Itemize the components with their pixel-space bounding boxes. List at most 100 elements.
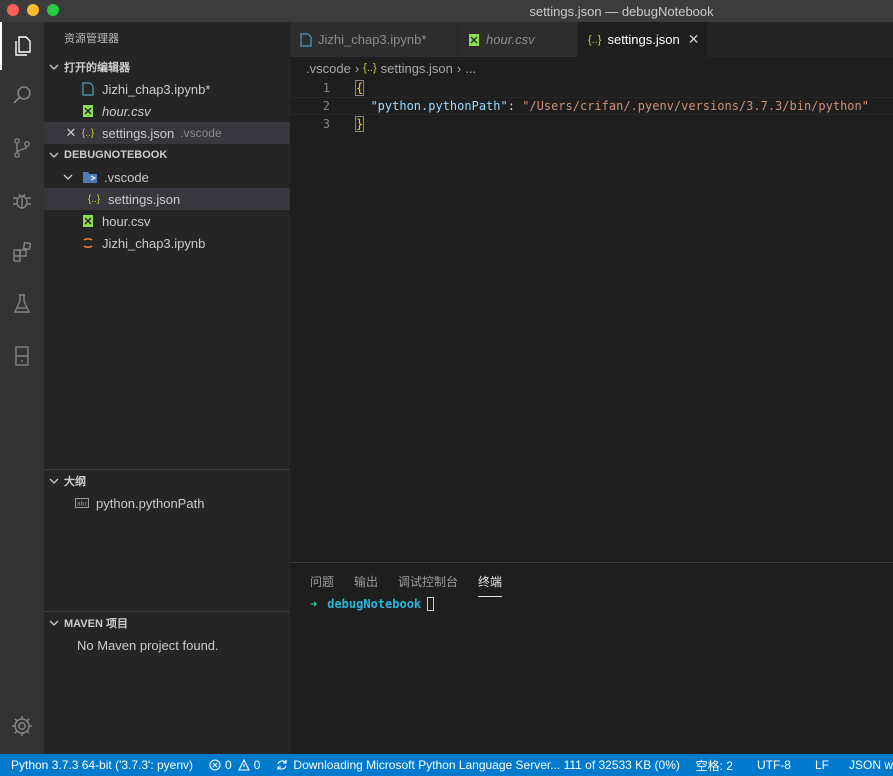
- status-bar: Python 3.7.3 64-bit ('3.7.3': pyenv) 0 0…: [0, 754, 893, 776]
- terminal-prompt[interactable]: ➜ debugNotebook: [310, 597, 435, 611]
- extensions-icon[interactable]: [0, 228, 44, 276]
- window-title: settings.json — debugNotebook: [529, 3, 714, 19]
- tab-settings-json[interactable]: {..} settings.json ✕: [578, 22, 708, 57]
- code-text: "python.pythonPath": "/Users/crifan/.pye…: [356, 99, 869, 113]
- maven-message: No Maven project found.: [77, 638, 219, 653]
- outline-item[interactable]: abc python.pythonPath: [44, 492, 290, 514]
- chevron-right-icon: ›: [354, 60, 360, 76]
- file-label: settings.json: [108, 191, 181, 207]
- tab-label: hour.csv: [486, 32, 535, 47]
- open-editor-description: .vscode: [180, 126, 222, 140]
- problems-indicator[interactable]: 0 0: [201, 758, 268, 772]
- notebook-file-icon: [300, 32, 312, 47]
- file-label: hour.csv: [102, 213, 151, 229]
- chevron-down-icon: [44, 476, 64, 486]
- folder-label: .vscode: [104, 169, 149, 185]
- bottom-panel: 问题 输出 调试控制台 终端 ➜ debugNotebook: [290, 562, 893, 754]
- json-colon: :: [507, 99, 523, 113]
- line-number: 3: [322, 117, 330, 131]
- file-item[interactable]: hour.csv: [44, 210, 290, 232]
- breadcrumb-file[interactable]: settings.json: [381, 61, 453, 76]
- file-item[interactable]: {..} settings.json: [44, 188, 290, 210]
- json-file-icon: {..}: [363, 62, 377, 74]
- json-brace: }: [354, 116, 365, 132]
- sync-icon: [277, 760, 287, 770]
- jupyter-file-icon: [80, 235, 96, 251]
- notebook-file-icon: [80, 81, 96, 97]
- string-symbol-icon: abc: [74, 495, 90, 511]
- status-bar-right: 空格: 2 UTF-8 LF JSON w: [684, 754, 893, 776]
- open-editor-label: hour.csv: [102, 103, 151, 119]
- json-brace: {: [354, 80, 365, 96]
- file-label: Jizhi_chap3.ipynb: [102, 235, 206, 251]
- json-value: "/Users/crifan/.pyenv/versions/3.7.3/bin…: [522, 99, 869, 113]
- chevron-down-icon: [44, 150, 64, 160]
- source-control-icon[interactable]: [0, 124, 44, 172]
- tab-label: settings.json: [607, 32, 680, 47]
- panel-tabs: 问题 输出 调试控制台 终端: [310, 573, 503, 597]
- download-status: Downloading Microsoft Python Language Se…: [268, 758, 687, 772]
- error-icon: [209, 759, 221, 771]
- download-text: Downloading Microsoft Python Language Se…: [293, 758, 680, 772]
- prompt-directory: debugNotebook: [327, 597, 422, 611]
- breadcrumb-folder[interactable]: .vscode: [306, 61, 351, 76]
- open-editor-label: settings.json: [102, 125, 175, 141]
- outline-label: 大纲: [64, 476, 86, 488]
- json-key: "python.pythonPath": [370, 99, 508, 113]
- gear-icon[interactable]: [0, 702, 44, 750]
- search-icon[interactable]: [0, 72, 44, 120]
- outline-header[interactable]: 大纲: [44, 470, 290, 492]
- outline-label: python.pythonPath: [96, 495, 205, 511]
- tab-jizhi-notebook[interactable]: Jizhi_chap3.ipynb*: [290, 22, 458, 57]
- csv-file-icon: [80, 213, 96, 229]
- line-number: 2: [322, 99, 330, 113]
- test-flask-icon[interactable]: [0, 280, 44, 328]
- chevron-down-icon: [44, 618, 64, 628]
- maven-header[interactable]: MAVEN 项目: [44, 612, 290, 634]
- line-number: 1: [322, 81, 330, 95]
- explorer-sidebar: 资源管理器 打开的编辑器 Jizhi_chap3.ipynb* hour.csv…: [44, 22, 290, 754]
- warning-icon: [237, 759, 250, 771]
- code-text: }: [354, 116, 365, 132]
- language-mode[interactable]: JSON w: [841, 758, 893, 772]
- open-editor-item[interactable]: ✕ {..} settings.json .vscode: [44, 122, 290, 144]
- json-file-icon: {..}: [588, 33, 602, 46]
- code-text: {: [354, 80, 365, 96]
- close-icon[interactable]: ✕: [688, 31, 700, 48]
- debug-icon[interactable]: [0, 176, 44, 224]
- csv-file-icon: [468, 33, 480, 47]
- breadcrumb: .vscode › {..} settings.json › ...: [290, 57, 893, 79]
- open-editor-item[interactable]: Jizhi_chap3.ipynb*: [44, 78, 290, 100]
- editor-tab-bar: Jizhi_chap3.ipynb* hour.csv {..} setting…: [290, 22, 893, 57]
- open-editors-label: 打开的编辑器: [64, 62, 130, 74]
- tab-problems[interactable]: 问题: [310, 573, 334, 597]
- files-icon[interactable]: [0, 22, 44, 70]
- csv-file-icon: [80, 103, 96, 119]
- code-line: 2 "python.pythonPath": "/Users/crifan/.p…: [290, 97, 893, 115]
- title-bar: settings.json — debugNotebook: [0, 0, 893, 22]
- terminal-cursor: [427, 597, 435, 611]
- vscode-folder-icon: [82, 169, 98, 185]
- warning-count: 0: [253, 758, 261, 772]
- tab-label: Jizhi_chap3.ipynb*: [318, 32, 427, 47]
- workspace-header[interactable]: DEBUGNOTEBOOK: [44, 144, 290, 166]
- file-item[interactable]: Jizhi_chap3.ipynb: [44, 232, 290, 254]
- maven-label: MAVEN 项目: [64, 618, 128, 630]
- tab-hour-csv[interactable]: hour.csv: [458, 22, 578, 57]
- tab-output[interactable]: 输出: [354, 573, 378, 597]
- open-editors-header[interactable]: 打开的编辑器: [44, 56, 290, 78]
- end-of-line[interactable]: LF: [803, 758, 841, 772]
- encoding[interactable]: UTF-8: [745, 758, 803, 772]
- notebook-icon[interactable]: [0, 332, 44, 380]
- close-icon[interactable]: ✕: [64, 125, 78, 141]
- tab-debug-console[interactable]: 调试控制台: [398, 573, 458, 597]
- chevron-right-icon: ›: [456, 60, 462, 76]
- breadcrumb-more[interactable]: ...: [465, 61, 476, 76]
- open-editor-item[interactable]: hour.csv: [44, 100, 290, 122]
- code-editor[interactable]: 1 { 2 "python.pythonPath": "/Users/crifa…: [290, 79, 893, 562]
- tab-terminal[interactable]: 终端: [478, 573, 503, 597]
- indentation[interactable]: 空格: 2: [684, 757, 745, 774]
- python-interpreter[interactable]: Python 3.7.3 64-bit ('3.7.3': pyenv): [0, 758, 201, 772]
- error-count: 0: [225, 758, 232, 772]
- folder-item[interactable]: .vscode: [44, 166, 290, 188]
